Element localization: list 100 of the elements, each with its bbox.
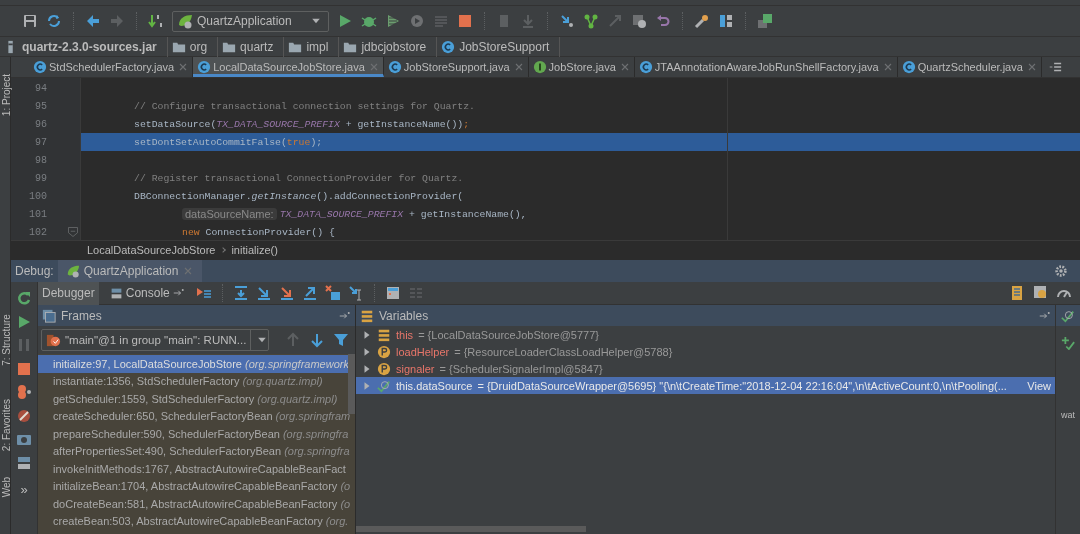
line-number: 101: [28, 208, 47, 220]
variable-name: signaler: [396, 362, 435, 375]
run-config-dropdown[interactable]: QuartzApplication: [172, 10, 329, 32]
back-arrow-icon[interactable]: [85, 13, 101, 29]
drop-frame-icon[interactable]: [324, 285, 341, 301]
breadcrumb-item[interactable]: jdbcjobstore: [339, 36, 438, 57]
step-out-icon[interactable]: [301, 285, 318, 301]
expand-arrow-icon[interactable]: [362, 346, 372, 357]
debugger-tab[interactable]: Console: [105, 281, 189, 305]
profile-icon[interactable]: [408, 13, 425, 29]
branch-icon[interactable]: [582, 13, 599, 29]
console-icon: [109, 286, 123, 300]
code-constant: TX_DATA_SOURCE_PREFIX: [279, 208, 404, 220]
side-tool-tab[interactable]: 1: Project: [0, 73, 11, 116]
side-tool-tab[interactable]: 2: Favorites: [0, 398, 11, 451]
frame-row[interactable]: doCreateBean:581, AbstractAutowireCapableBeanFactory (o: [38, 495, 348, 513]
parameter-hint: dataSourceName:: [182, 208, 277, 220]
stop-icon[interactable]: [16, 360, 32, 377]
variable-row[interactable]: this.dataSource = {DruidDataSourceWrapper@5695} "{\n\tCreateTime:"2018-12-04 22:16:04",\n\tActiveCount:0,\n\tPooling(... View: [356, 377, 1055, 394]
line-number: 100: [28, 190, 47, 202]
filter-icon[interactable]: [333, 332, 349, 348]
save-icon[interactable]: [22, 13, 38, 29]
scrollbar-thumb[interactable]: [348, 354, 355, 414]
sync-icon[interactable]: [46, 13, 62, 29]
add-watch-icon[interactable]: [1061, 336, 1075, 350]
frame-row[interactable]: instantiate:1356, StdSchedulerFactory (org.quartz.impl): [38, 372, 348, 390]
step-over-icon[interactable]: [232, 285, 249, 301]
class-icon: [387, 60, 402, 74]
frame-row[interactable]: initializeBean:1704, AbstractAutowireCapableBeanFactory (o: [38, 477, 348, 495]
fold-icon[interactable]: [67, 226, 79, 238]
frame-row[interactable]: invokeInitMethods:1767, AbstractAutowireCapableBeanFact: [38, 460, 348, 478]
breadcrumb-item[interactable]: quartz-2.3.0-sources.jar: [0, 36, 168, 57]
breadcrumb-item[interactable]: quartz: [218, 36, 285, 57]
watches-label: wat: [1061, 410, 1075, 420]
frame-row[interactable]: prepareScheduler:590, SchedulerFactoryBean (org.springfra: [38, 425, 348, 443]
line-number: 97: [34, 136, 47, 148]
expand-arrow-icon[interactable]: [362, 329, 372, 340]
line-number: 96: [34, 118, 47, 130]
sdk-icon[interactable]: [756, 13, 773, 29]
rerun-icon[interactable]: [16, 290, 32, 306]
breadcrumb-item[interactable]: LocalDataSourceJobStore: [87, 243, 216, 256]
watch-icon[interactable]: [1061, 308, 1075, 323]
breadcrumb-item[interactable]: JobStoreSupport: [437, 36, 561, 57]
structure-icon[interactable]: [717, 13, 734, 29]
spring-app-icon: [177, 13, 193, 29]
update-arrow-icon[interactable]: [558, 13, 575, 29]
editor-tab[interactable]: LocalDataSourceJobStore.java: [193, 57, 384, 77]
menu-icon[interactable]: [1047, 60, 1062, 74]
settings-icon[interactable]: [693, 13, 710, 29]
frame-row[interactable]: createScheduler:650, SchedulerFactoryBean (org.springfram: [38, 407, 348, 425]
variable-value: = {SchedulerSignalerImpl@5847}: [439, 362, 603, 375]
thread-dropdown[interactable]: "main"@1 in group "main": RUNN...: [41, 329, 269, 351]
class-icon: [33, 60, 47, 74]
variable-value: = {LocalDataSourceJobStore@5777}: [418, 328, 599, 341]
down-arrow-icon[interactable]: [309, 332, 325, 348]
line-number: 94: [34, 82, 47, 94]
variable-row[interactable]: loadHelper = {ResourceLoaderClassLoadHelper@5788}: [356, 343, 1055, 360]
run-to-cursor-icon[interactable]: [347, 285, 364, 301]
breakpoints-icon[interactable]: [16, 384, 32, 400]
code-text: ConnectionProvider() {: [204, 226, 335, 238]
breadcrumb-item[interactable]: impl: [284, 36, 340, 57]
view-link[interactable]: View: [1027, 379, 1051, 392]
line-number: 95: [34, 100, 47, 112]
side-tool-tab[interactable]: 7: Structure: [0, 313, 11, 366]
interface-icon: [532, 60, 547, 74]
session-tab[interactable]: QuartzApplication: [57, 260, 203, 282]
code-comment: // Register transactional ConnectionProvider for Quartz.: [134, 172, 464, 184]
execution-point-icon[interactable]: [195, 285, 212, 301]
calculator-icon[interactable]: [384, 285, 401, 301]
frame-row[interactable]: getScheduler:1559, StdSchedulerFactory (org.quartz.impl): [38, 390, 348, 408]
frame-row[interactable]: afterPropertiesSet:490, SchedulerFactoryBean (org.springfra: [38, 442, 348, 460]
side-tool-tab[interactable]: Web: [0, 476, 11, 498]
breadcrumb-item[interactable]: org: [167, 36, 219, 57]
spring-app-icon: [65, 264, 80, 278]
class-icon: [638, 60, 653, 74]
frame-row[interactable]: initialize:97, LocalDataSourceJobStore (org.springframework: [38, 355, 348, 373]
code-comment: // Configure transactional connection settings for Quartz.: [134, 100, 475, 112]
settings-icon[interactable]: [1054, 264, 1068, 278]
expand-arrow-icon[interactable]: [362, 380, 372, 391]
variable-row[interactable]: signaler = {SchedulerSignalerImpl@5847}: [356, 360, 1055, 377]
resume-icon[interactable]: [16, 313, 32, 330]
variable-row[interactable]: this = {LocalDataSourceJobStore@5777}: [356, 326, 1055, 343]
stop-icon[interactable]: [456, 13, 473, 29]
line-number: 98: [34, 154, 47, 166]
frame-row[interactable]: createBean:503, AbstractAutowireCapableBeanFactory (org.: [38, 512, 348, 530]
stack-icon: [377, 327, 391, 342]
code-constant: TX_DATA_SOURCE_PREFIX: [216, 118, 340, 130]
breadcrumb-item[interactable]: initialize(): [231, 243, 278, 256]
watch-icon: [377, 378, 391, 393]
force-step-icon[interactable]: [278, 285, 295, 301]
expand-arrow-icon[interactable]: [362, 363, 372, 374]
layout-icon[interactable]: [16, 454, 32, 471]
more-button[interactable]: »: [20, 482, 28, 497]
code-text: DBConnectionManager.: [134, 190, 252, 202]
step-into-icon[interactable]: [255, 285, 272, 301]
scrollbar-thumb[interactable]: [356, 526, 586, 532]
debugger-tab[interactable]: Debugger: [38, 281, 99, 305]
build-icon[interactable]: [148, 13, 164, 29]
mute-breakpoints-icon[interactable]: [16, 407, 32, 424]
code-keyword: ;: [463, 118, 470, 130]
